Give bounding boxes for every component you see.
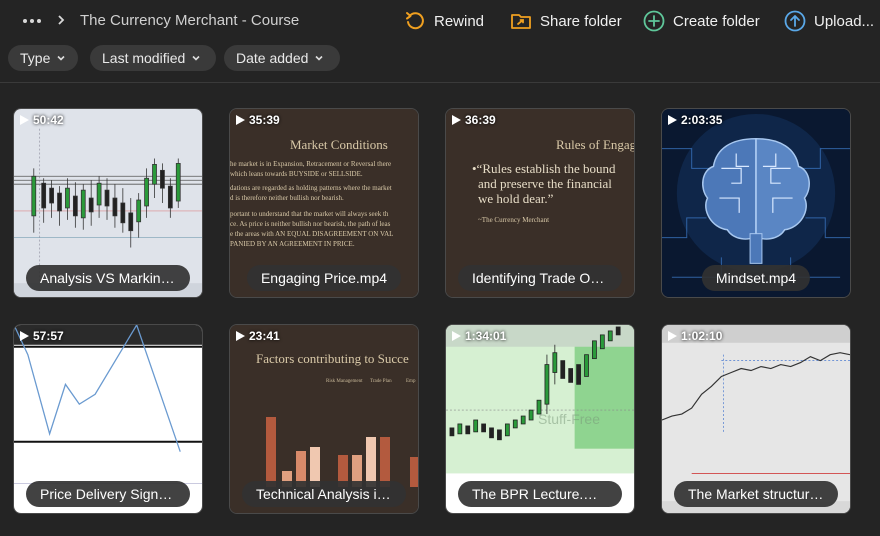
video-card[interactable]: Market Conditions he market is in Expans… — [229, 108, 419, 298]
video-card[interactable]: 50:42 Analysis VS Marking ... — [13, 108, 203, 298]
filter-last-modified[interactable]: Last modified — [90, 45, 216, 71]
upload-button[interactable]: Upload... — [784, 9, 874, 33]
duration-badge: 2:03:35 — [668, 113, 722, 127]
more-options-icon[interactable] — [20, 11, 44, 31]
video-title: Analysis VS Marking ... — [26, 265, 190, 291]
breadcrumb-current-folder[interactable]: The Currency Merchant - Course — [80, 12, 299, 29]
divider — [0, 82, 880, 83]
chevron-right-icon — [58, 15, 65, 25]
duration-badge: 1:02:10 — [668, 329, 722, 343]
create-folder-button[interactable]: Create folder — [643, 9, 760, 33]
slide-line: d is therefore neither bullish nor beari… — [230, 194, 344, 202]
filter-last-modified-label: Last modified — [102, 50, 186, 66]
duration-badge: 57:57 — [20, 329, 64, 343]
duration-badge: 1:34:01 — [452, 329, 506, 343]
video-title: Engaging Price.mp4 — [246, 265, 402, 291]
video-title: Identifying Trade Opp... — [458, 265, 622, 291]
slide-attribution: ~The Currency Merchant — [478, 216, 550, 224]
create-folder-label: Create folder — [673, 12, 760, 30]
slide-line: ce. As price is neither bullish nor bear… — [230, 220, 391, 228]
video-title: Price Delivery Signatu... — [26, 481, 190, 507]
slide-title: Market Conditions — [290, 137, 388, 152]
duration-text: 57:57 — [33, 329, 64, 343]
duration-text: 1:02:10 — [681, 329, 723, 343]
duration-text: 35:39 — [249, 113, 280, 127]
plus-circle-icon — [643, 10, 665, 32]
play-icon — [668, 115, 677, 125]
duration-badge: 36:39 — [452, 113, 496, 127]
share-folder-icon — [511, 14, 531, 29]
share-folder-label: Share folder — [540, 12, 622, 30]
slide-line: portant to understand that the market wi… — [230, 210, 389, 218]
upload-icon — [784, 10, 806, 32]
video-card[interactable]: Factors contributing to Succe Risk Manag… — [229, 324, 419, 514]
top-bar: The Currency Merchant - Course Rewind Sh… — [0, 0, 880, 42]
slide-quote-line: and preserve the financial — [478, 176, 612, 191]
filter-type[interactable]: Type — [8, 45, 78, 71]
filter-date-added-label: Date added — [236, 50, 309, 66]
duration-text: 23:41 — [249, 329, 280, 343]
duration-text: 36:39 — [465, 113, 496, 127]
video-title: The Market structure ... — [674, 481, 838, 507]
filter-date-added[interactable]: Date added — [224, 45, 340, 71]
video-card[interactable]: 2:03:35 Mindset.mp4 — [661, 108, 851, 298]
slide-line: PANIED BY AN AGREEMENT IN PRICE. — [230, 240, 355, 248]
video-title: Mindset.mp4 — [701, 265, 811, 291]
video-title: Technical Analysis intr... — [242, 481, 406, 507]
video-card[interactable]: Rules of Engag •“Rules establish the bou… — [445, 108, 635, 298]
rewind-button[interactable]: Rewind — [404, 9, 484, 33]
watermark-text: Stuff-Free — [14, 445, 76, 461]
play-icon — [236, 115, 245, 125]
filter-type-label: Type — [20, 50, 51, 66]
slide-quote-line: •“Rules establish the bound — [472, 161, 616, 176]
rewind-icon — [406, 12, 424, 30]
play-icon — [452, 115, 461, 125]
slide-line: he market is in Expansion, Retracement o… — [230, 160, 392, 168]
duration-text: 1:34:01 — [465, 329, 507, 343]
video-card[interactable]: Stuff-Free 57:57 Price Delivery Signatu.… — [13, 324, 203, 514]
duration-text: 50:42 — [33, 113, 64, 127]
slide-quote-line: we hold dear.” — [478, 191, 554, 206]
play-icon — [236, 331, 245, 341]
slide-line: dations are regarded as holding patterns… — [230, 184, 392, 192]
duration-badge: 50:42 — [20, 113, 64, 127]
video-card[interactable]: 1:02:10 The Market structure ... — [661, 324, 851, 514]
watermark-text: Stuff-Free — [538, 411, 600, 427]
play-icon — [668, 331, 677, 341]
chevron-down-icon — [192, 55, 200, 61]
upload-label: Upload... — [814, 12, 875, 30]
duration-badge: 23:41 — [236, 329, 280, 343]
video-title: The BPR Lecture.mp4 — [458, 481, 622, 507]
chevron-down-icon — [315, 55, 323, 61]
video-card[interactable]: Stuff-Free 1:34:01 The BPR Lecture.mp4 — [445, 324, 635, 514]
play-icon — [20, 331, 29, 341]
share-folder-button[interactable]: Share folder — [510, 9, 622, 33]
play-icon — [452, 331, 461, 341]
play-icon — [20, 115, 29, 125]
duration-text: 2:03:35 — [681, 113, 723, 127]
duration-badge: 35:39 — [236, 113, 280, 127]
rewind-label: Rewind — [434, 12, 485, 30]
slide-line: e the areas with AN EQUAL DISAGREEMENT O… — [230, 230, 394, 238]
chevron-down-icon — [57, 55, 65, 61]
slide-line: which leans towards BUYSIDE or SELLSIDE. — [230, 170, 363, 178]
slide-title: Rules of Engag — [556, 137, 635, 152]
